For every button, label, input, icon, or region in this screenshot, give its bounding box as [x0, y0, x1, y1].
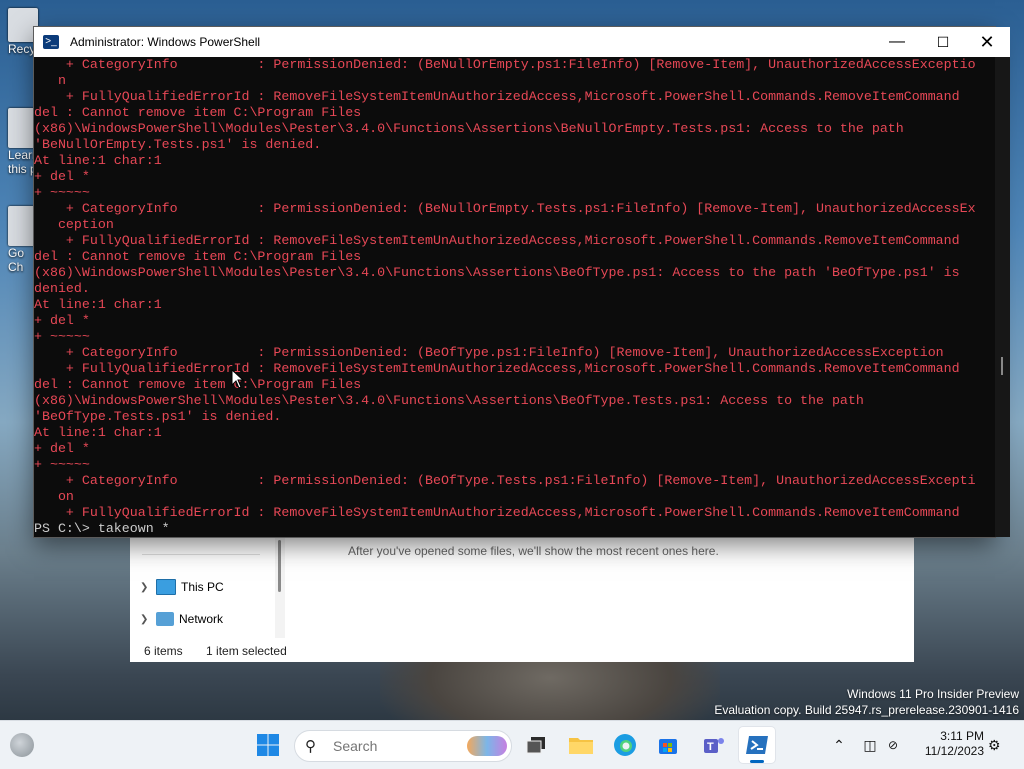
store-button[interactable]	[650, 727, 686, 763]
console-scroll-thumb[interactable]	[1001, 357, 1003, 375]
task-view-button[interactable]	[518, 727, 554, 763]
item-count: 6 items	[144, 644, 183, 658]
console-line: + CategoryInfo : PermissionDenied: (BeNu…	[34, 57, 976, 72]
console-line: ception	[34, 217, 114, 232]
edge-button[interactable]	[607, 727, 643, 763]
start-icon	[257, 734, 279, 756]
store-icon	[659, 739, 677, 754]
network-status-icon[interactable]: ◫	[856, 737, 884, 754]
console-line: del : Cannot remove item C:\Program File…	[34, 377, 362, 392]
recent-files-empty-message: After you've opened some files, we'll sh…	[348, 544, 719, 558]
search-highlight-icon	[467, 736, 507, 756]
close-button[interactable]: ✕	[964, 27, 1010, 57]
nav-scrollbar[interactable]	[275, 536, 285, 638]
console-line: + ~~~~~	[34, 457, 90, 472]
console-line: + del *	[34, 441, 90, 456]
console-line: At line:1 char:1	[34, 153, 162, 168]
widgets-icon[interactable]	[10, 733, 34, 757]
console-lines: + CategoryInfo : PermissionDenied: (BeNu…	[34, 57, 995, 537]
teams-icon: T	[704, 738, 724, 753]
notification-icon: ⚙	[988, 736, 1001, 753]
nav-scroll-thumb[interactable]	[278, 540, 281, 592]
console-line: + del *	[34, 169, 90, 184]
powershell-icon: >_	[43, 35, 59, 49]
title-bar[interactable]: >_ Administrator: Windows PowerShell — ☐…	[34, 27, 1010, 57]
console-line: + ~~~~~	[34, 329, 90, 344]
console-line: + ~~~~~	[34, 185, 90, 200]
powershell-window[interactable]: >_ Administrator: Windows PowerShell — ☐…	[34, 27, 1010, 537]
console-line: + del *	[34, 313, 90, 328]
console-line: del : Cannot remove item C:\Program File…	[34, 105, 362, 120]
console-line: + CategoryInfo : PermissionDenied: (BeOf…	[34, 345, 944, 360]
nav-item-network[interactable]: ❯ Network	[140, 607, 223, 631]
console-line: denied.	[34, 281, 90, 296]
search-icon: ⚲	[305, 738, 316, 755]
taskbar-clock[interactable]: 3:11 PM 11/12/2023	[908, 729, 984, 759]
network-icon	[156, 612, 174, 626]
maximize-button[interactable]: ☐	[920, 27, 966, 57]
navigation-pane: ❯ This PC ❯ Network	[130, 536, 280, 638]
powershell-icon	[746, 736, 768, 754]
console-line: 'BeNullOrEmpty.Tests.ps1' is denied.	[34, 137, 322, 152]
mouse-pointer-icon	[231, 369, 245, 389]
minimize-button[interactable]: —	[874, 27, 920, 57]
console-scrollbar[interactable]	[995, 57, 1010, 537]
teams-button[interactable]: T	[696, 727, 732, 763]
nav-item-this-pc[interactable]: ❯ This PC	[140, 575, 224, 599]
console-line: (x86)\WindowsPowerShell\Modules\Pester\3…	[34, 121, 904, 136]
console-line: 'BeOfType.Tests.ps1' is denied.	[34, 409, 282, 424]
console-line: (x86)\WindowsPowerShell\Modules\Pester\3…	[34, 265, 960, 280]
notifications-button[interactable]: ⚙	[988, 729, 1001, 761]
start-button[interactable]	[250, 727, 286, 763]
file-explorer-button[interactable]	[563, 727, 599, 763]
nav-item-label: This PC	[181, 580, 224, 594]
taskbar: ⚲ T	[0, 720, 1024, 769]
system-tray: ⌃ ◫ ⊘	[828, 729, 902, 761]
nav-divider	[142, 554, 260, 555]
edge-icon	[614, 734, 636, 756]
console-line: del : Cannot remove item C:\Program File…	[34, 249, 362, 264]
console-line: n	[34, 73, 66, 88]
search-input[interactable]	[331, 737, 465, 755]
svg-text:T: T	[707, 741, 714, 753]
console-line: + FullyQualifiedErrorId : RemoveFileSyst…	[34, 89, 960, 104]
watermark-line-2: Evaluation copy. Build 25947.rs_prerelea…	[714, 703, 1019, 717]
status-bar: 6 items 1 item selected	[144, 644, 307, 658]
console-line: At line:1 char:1	[34, 425, 162, 440]
chevron-right-icon[interactable]: ❯	[140, 614, 156, 625]
chevron-up-icon[interactable]: ⌃	[828, 737, 850, 754]
console-line: + CategoryInfo : PermissionDenied: (BeOf…	[34, 473, 976, 488]
console-line: on	[34, 489, 74, 504]
nav-item-label: Network	[179, 612, 224, 626]
console-line: + FullyQualifiedErrorId : RemoveFileSyst…	[34, 505, 960, 520]
volume-muted-icon[interactable]: ⊘	[884, 738, 902, 752]
powershell-taskbar-button[interactable]	[739, 727, 775, 763]
file-explorer-icon	[569, 738, 593, 754]
console-line: + CategoryInfo : PermissionDenied: (BeNu…	[34, 201, 976, 216]
task-view-icon	[526, 737, 545, 754]
clock-date: 11/12/2023	[924, 744, 984, 758]
chevron-right-icon[interactable]: ❯	[140, 582, 156, 593]
console-line: (x86)\WindowsPowerShell\Modules\Pester\3…	[34, 393, 864, 408]
selection-count: 1 item selected	[206, 644, 287, 658]
console-line: + FullyQualifiedErrorId : RemoveFileSyst…	[34, 233, 960, 248]
console-line: PS C:\> takeown *	[34, 521, 170, 536]
clock-time: 3:11 PM	[940, 729, 984, 743]
console-output[interactable]: + CategoryInfo : PermissionDenied: (BeNu…	[34, 57, 995, 537]
watermark-line-1: Windows 11 Pro Insider Preview	[847, 687, 1019, 701]
computer-icon	[156, 579, 176, 595]
console-line: + FullyQualifiedErrorId : RemoveFileSyst…	[34, 361, 960, 376]
console-line: At line:1 char:1	[34, 297, 162, 312]
taskbar-search-box[interactable]: ⚲	[294, 730, 512, 762]
file-explorer-window: ❯ This PC ❯ Network After you've opened …	[130, 536, 914, 662]
window-title: Administrator: Windows PowerShell	[70, 35, 261, 49]
evaluation-watermark: Windows 11 Pro Insider Preview Evaluatio…	[714, 686, 1019, 718]
